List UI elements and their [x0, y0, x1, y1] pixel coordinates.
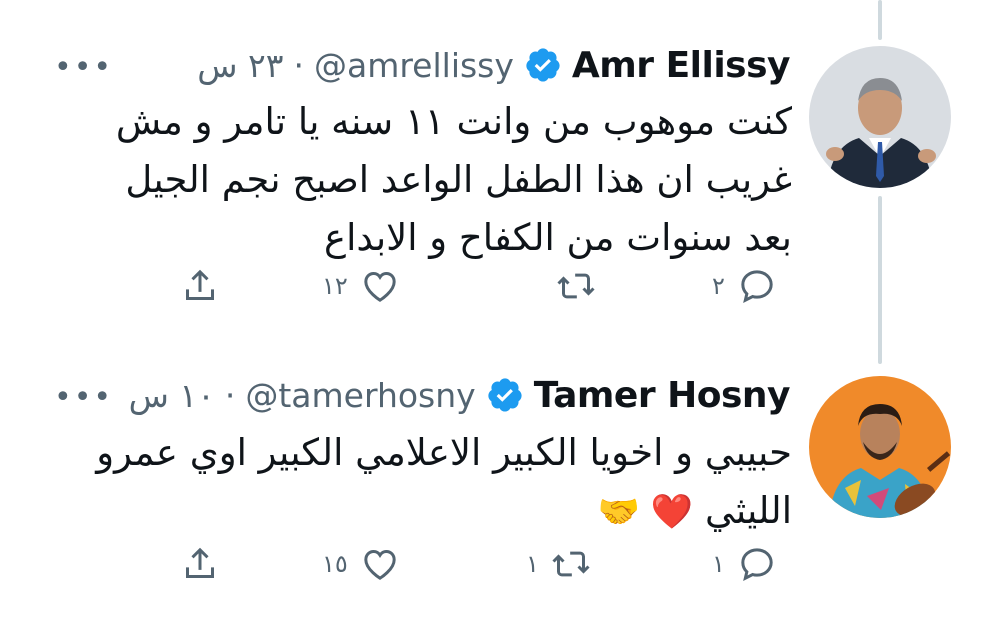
share-icon — [186, 547, 214, 578]
like-icon — [364, 271, 396, 302]
like-button[interactable]: ١٢ — [322, 266, 400, 306]
tweet-text-line-with-emoji: الليثي ❤️ 🤝 — [72, 482, 792, 541]
display-name[interactable]: Amr Ellissy — [572, 45, 791, 86]
tweet-text-line: بعد سنوات من الكفاح و الابداع — [324, 216, 792, 259]
tweet-header: Amr Ellissy @amrellissy · ٢٣ س — [197, 40, 790, 90]
timestamp[interactable]: ٢٣ س — [197, 46, 283, 85]
retweet-count: ١ — [526, 550, 539, 578]
tweet-text-line: حبيبي و اخويا الكبير الاعلامي الكبير اوي… — [96, 431, 792, 474]
reply-count: ١ — [712, 550, 725, 578]
retweet-button[interactable] — [556, 266, 608, 306]
like-button[interactable]: ١٥ — [322, 544, 400, 584]
separator-dot: · — [293, 45, 304, 85]
tweet-actions: ٢ ١٢ — [0, 266, 1000, 316]
retweet-icon — [557, 273, 595, 299]
handle[interactable]: @tamerhosny — [245, 376, 475, 415]
reply-button[interactable]: ٢ — [712, 266, 777, 306]
like-count: ١٢ — [322, 272, 348, 300]
handle[interactable]: @amrellissy — [314, 46, 514, 85]
reply-count: ٢ — [712, 272, 725, 300]
tweet-text-line: كنت موهوب من وانت ١١ سنه يا تامر و مش — [115, 100, 792, 143]
tweet-text: كنت موهوب من وانت ١١ سنه يا تامر و مش غر… — [72, 93, 792, 267]
like-count: ١٥ — [322, 550, 348, 578]
retweet-icon — [552, 551, 590, 577]
separator-dot: · — [224, 375, 236, 415]
share-button[interactable] — [180, 544, 220, 584]
verified-badge-icon — [526, 48, 560, 82]
tweet-amr-ellissy[interactable]: Amr Ellissy @amrellissy · ٢٣ س ••• كنت م… — [0, 0, 1000, 360]
more-icon[interactable]: ••• — [54, 380, 113, 415]
reply-icon — [741, 548, 773, 581]
more-icon[interactable]: ••• — [54, 50, 113, 85]
retweet-button[interactable]: ١ — [526, 544, 591, 584]
reply-button[interactable]: ١ — [712, 544, 777, 584]
share-icon — [186, 269, 214, 300]
display-name[interactable]: Tamer Hosny — [534, 375, 791, 416]
like-icon — [364, 549, 396, 580]
avatar-amr-ellissy[interactable] — [809, 46, 951, 188]
tweet-actions: ١ ١ ١٥ — [0, 544, 1000, 594]
tweet-header: Tamer Hosny @tamerhosny · ١٠ س — [129, 370, 791, 420]
tweet-text-segment: الليثي — [705, 489, 792, 532]
heart-handshake-emoji: ❤️ 🤝 — [597, 492, 694, 532]
verified-badge-icon — [488, 378, 522, 412]
timestamp[interactable]: ١٠ س — [129, 376, 215, 415]
share-button[interactable] — [180, 266, 220, 306]
tweet-tamer-hosny[interactable]: Tamer Hosny @tamerhosny · ١٠ س ••• حبيبي… — [0, 360, 1000, 629]
tweet-text-line: غريب ان هذا الطفل الواعد اصبح نجم الجيل — [125, 158, 792, 201]
avatar-tamer-hosny[interactable] — [809, 376, 951, 518]
reply-icon — [741, 270, 773, 303]
tweet-text: حبيبي و اخويا الكبير الاعلامي الكبير اوي… — [72, 424, 792, 541]
